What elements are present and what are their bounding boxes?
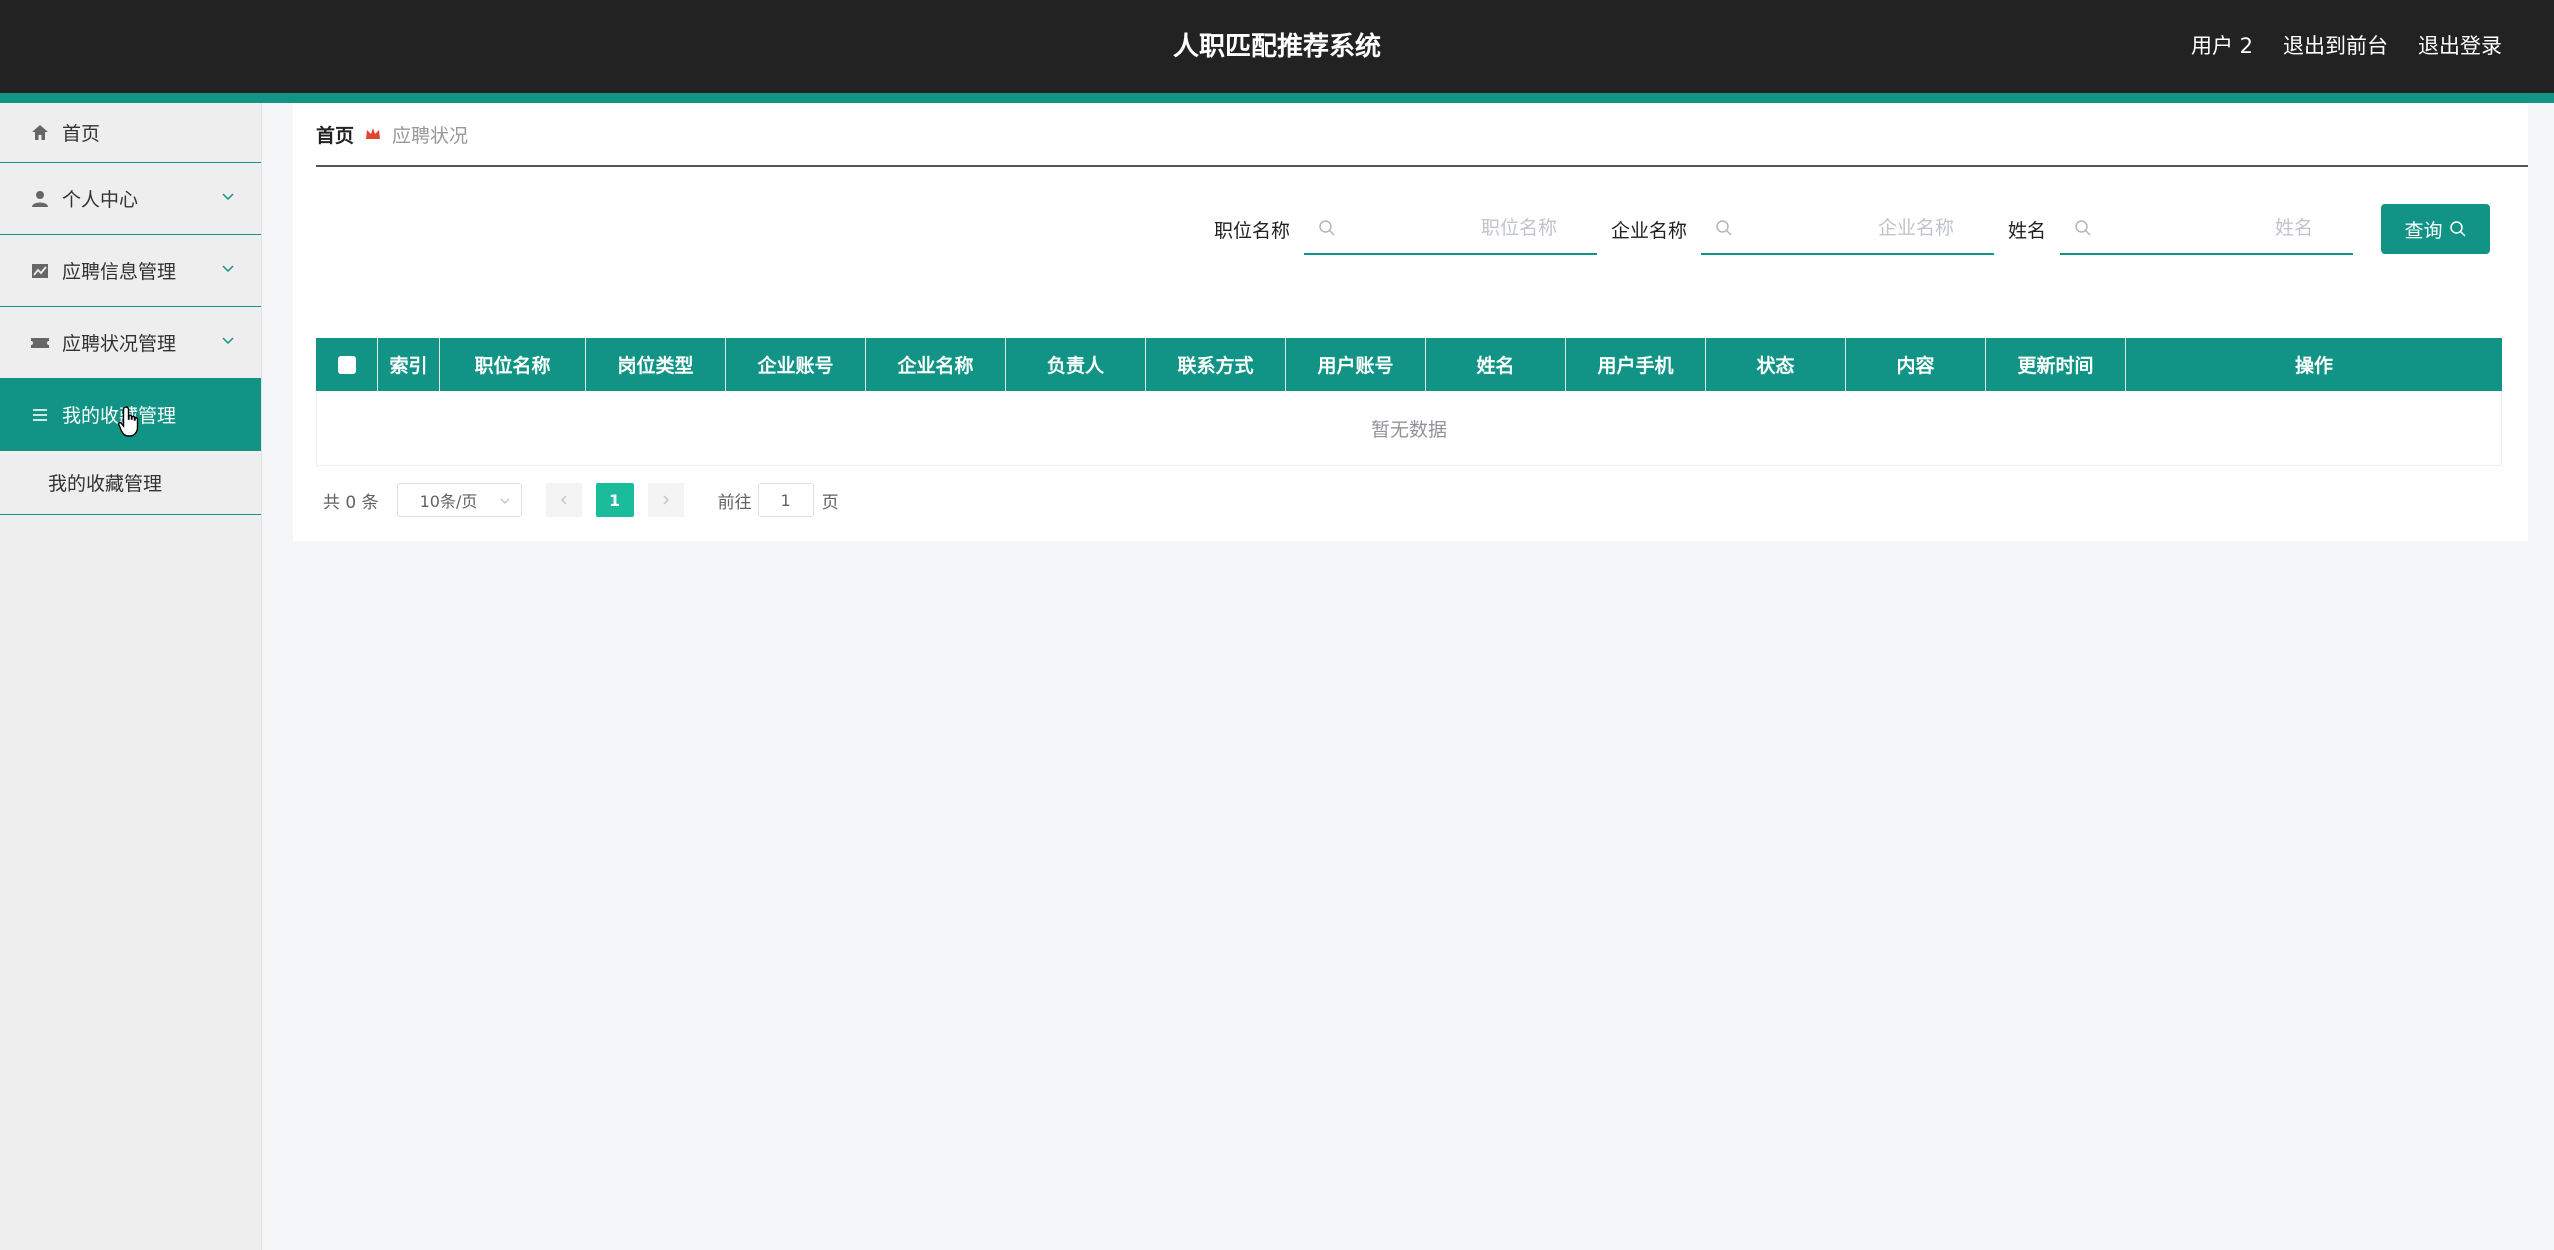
- main-panel: 首页 应聘状况 职位名称 企业名称 姓名 查询 索引 职位名: [293, 103, 2528, 541]
- goto-page-suffix: 页: [821, 492, 839, 513]
- table-header: 索引 职位名称 岗位类型 企业账号 企业名称 负责人 联系方式 用户账号 姓名 …: [316, 338, 2502, 391]
- sidebar-item-job-status[interactable]: 应聘状况管理: [0, 307, 261, 379]
- chart-icon: [32, 263, 48, 278]
- home-icon: [32, 124, 48, 140]
- exit-to-front-link[interactable]: 退出到前台: [2283, 30, 2388, 60]
- pagination-total: 共 0 条: [323, 492, 379, 513]
- column-header[interactable]: 索引: [378, 338, 440, 391]
- search-label-name: 姓名: [2007, 219, 2046, 242]
- table-header-select: [316, 338, 378, 391]
- name-input[interactable]: [2060, 203, 2353, 253]
- list-icon: [33, 408, 47, 421]
- table-body: 暂无数据: [316, 391, 2502, 466]
- search-field-job-title: [1303, 203, 1597, 255]
- company-name-input[interactable]: [1700, 203, 1994, 253]
- pagination: 共 0 条 10条/页 1 前往 页: [323, 483, 839, 517]
- top-nav: 用户 2 退出到前台 退出登录: [2191, 30, 2502, 60]
- column-header[interactable]: 企业账号: [726, 338, 866, 391]
- query-button-label: 查询: [2404, 219, 2443, 242]
- user-icon: [32, 190, 48, 207]
- sidebar-item-label: 应聘状况管理: [62, 333, 177, 355]
- empty-state-text: 暂无数据: [1370, 418, 1447, 441]
- column-header[interactable]: 用户手机: [1566, 338, 1706, 391]
- column-header[interactable]: 职位名称: [440, 338, 586, 391]
- logout-link[interactable]: 退出登录: [2418, 30, 2502, 60]
- column-header[interactable]: 姓名: [1426, 338, 1566, 391]
- chevron-down-icon: [222, 192, 234, 200]
- column-header[interactable]: 岗位类型: [586, 338, 726, 391]
- submenu-item-favorites[interactable]: 我的收藏管理: [0, 451, 261, 515]
- job-title-input[interactable]: [1303, 203, 1597, 253]
- search-icon: [2449, 221, 2466, 237]
- data-table: 索引 职位名称 岗位类型 企业账号 企业名称 负责人 联系方式 用户账号 姓名 …: [316, 338, 2502, 466]
- chevron-down-icon: [500, 498, 510, 504]
- goto-label: 前往: [717, 492, 752, 513]
- next-page-button[interactable]: [647, 483, 684, 517]
- chevron-down-icon: [222, 336, 234, 344]
- sidebar-item-home[interactable]: 首页: [0, 103, 261, 163]
- sidebar-item-label: 首页: [62, 123, 101, 145]
- page-size-value: 10条/页: [419, 492, 478, 511]
- query-button[interactable]: 查询: [2381, 204, 2490, 254]
- breadcrumb-home[interactable]: 首页: [316, 121, 354, 148]
- column-header[interactable]: 状态: [1706, 338, 1846, 391]
- app-title: 人职匹配推荐系统: [1172, 32, 1381, 62]
- submenu-item-label: 我的收藏管理: [48, 473, 163, 495]
- column-header[interactable]: 更新时间: [1986, 338, 2126, 391]
- search-label-job-title: 职位名称: [1213, 219, 1290, 242]
- column-header[interactable]: 企业名称: [866, 338, 1006, 391]
- top-bar-accent-stripe: [0, 93, 2554, 103]
- chevron-right-icon: [663, 495, 669, 505]
- chevron-left-icon: [560, 495, 567, 505]
- search-field-company-name: [1700, 203, 1994, 255]
- hand-cursor-icon: [118, 406, 139, 437]
- page-number-button[interactable]: 1: [595, 483, 634, 517]
- select-all-checkbox[interactable]: [337, 355, 356, 374]
- page-size-select[interactable]: 10条/页: [396, 483, 522, 517]
- ticket-icon: [31, 337, 49, 348]
- column-header: 操作: [2294, 355, 2333, 377]
- column-header[interactable]: 内容: [1846, 338, 1986, 391]
- goto-page-input[interactable]: [757, 483, 814, 517]
- chevron-down-icon: [222, 264, 234, 272]
- column-header[interactable]: 用户账号: [1286, 338, 1426, 391]
- sidebar-item-job-info[interactable]: 应聘信息管理: [0, 235, 261, 307]
- search-bar: 职位名称 企业名称 姓名 查询: [1214, 203, 2490, 255]
- sidebar: 首页 个人中心 应聘信息管理 应聘状况管理 我的收藏管理 我的收藏管理: [0, 103, 262, 1250]
- user-name-link[interactable]: 用户 2: [2191, 30, 2253, 60]
- breadcrumb: 首页 应聘状况: [316, 103, 2528, 167]
- breadcrumb-current: 应聘状况: [392, 124, 469, 147]
- crown-icon: [366, 128, 381, 139]
- top-bar: 人职匹配推荐系统 用户 2 退出到前台 退出登录: [0, 0, 2554, 93]
- prev-page-button[interactable]: [545, 483, 582, 517]
- sidebar-item-personal-center[interactable]: 个人中心: [0, 163, 261, 235]
- sidebar-item-label: 应聘信息管理: [62, 261, 177, 283]
- column-header[interactable]: 负责人: [1006, 338, 1146, 391]
- search-label-company-name: 企业名称: [1610, 219, 1687, 242]
- sidebar-item-label: 个人中心: [62, 189, 139, 211]
- column-header[interactable]: 联系方式: [1146, 338, 1286, 391]
- search-field-name: [2060, 203, 2353, 255]
